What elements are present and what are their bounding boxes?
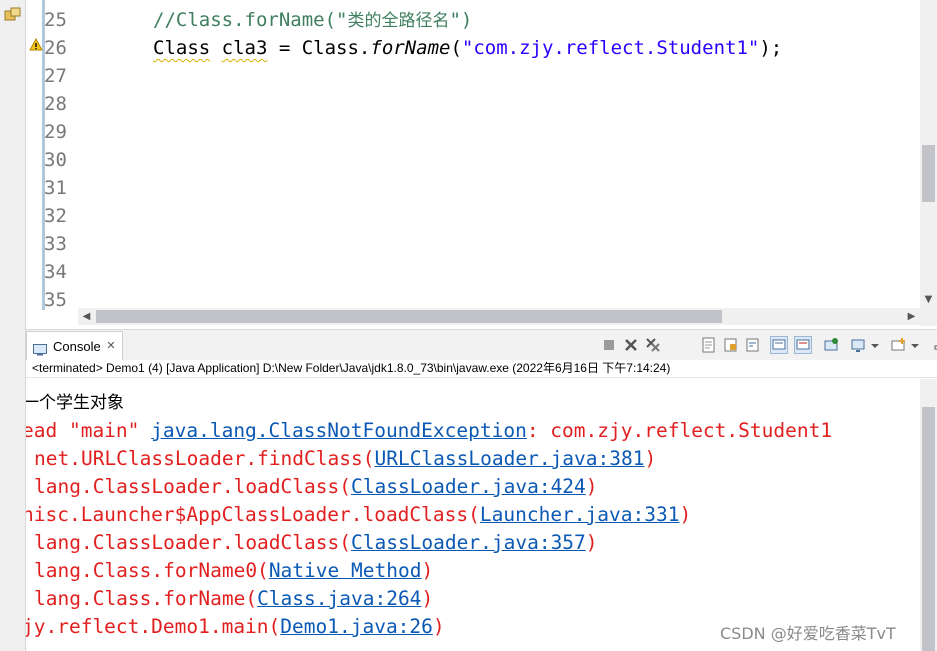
terminate-icon[interactable] bbox=[600, 336, 618, 354]
console-error-line: nisc.Launcher$AppClassLoader.loadClass(L… bbox=[26, 501, 691, 529]
watermark: CSDN @好爱吃香菜TvT bbox=[720, 624, 896, 643]
line-number: 29 bbox=[44, 121, 67, 143]
error-text: lang.Class.forName0( bbox=[34, 559, 269, 582]
chevron-down-icon[interactable] bbox=[910, 336, 928, 354]
string-literal: "com.zjy.reflect.Student1" bbox=[461, 37, 760, 59]
console-error-line: net.URLClassLoader.findClass(URLClassLoa… bbox=[26, 445, 656, 473]
warning-marker-icon[interactable] bbox=[29, 37, 43, 51]
line-number: 27 bbox=[44, 65, 67, 87]
error-text: ) bbox=[421, 587, 434, 610]
line-number: 35 bbox=[44, 289, 67, 311]
comment-text: //Class.forName(" bbox=[153, 9, 348, 31]
scroll-down-arrow-icon[interactable]: ▼ bbox=[920, 292, 937, 308]
error-text: lang.Class.forName( bbox=[34, 587, 258, 610]
error-text: ) bbox=[432, 615, 445, 638]
error-text: ) bbox=[421, 559, 434, 582]
stacktrace-link[interactable]: ClassLoader.java:357 bbox=[351, 531, 586, 554]
stacktrace-link[interactable]: Class.java:264 bbox=[257, 587, 421, 610]
display-selected-console-icon[interactable] bbox=[850, 336, 868, 354]
error-text: net.URLClassLoader.findClass( bbox=[34, 447, 375, 470]
error-text: nisc.Launcher$AppClassLoader.loadClass( bbox=[26, 503, 480, 526]
stacktrace-link[interactable]: ClassLoader.java:424 bbox=[351, 475, 586, 498]
code-line-26[interactable]: Class cla3 = Class.forName("com.zjy.refl… bbox=[153, 34, 782, 62]
stacktrace-link[interactable]: URLClassLoader.java:381 bbox=[374, 447, 644, 470]
code-fragment: = Class. bbox=[267, 37, 371, 59]
editor-vertical-scroll-thumb[interactable] bbox=[922, 145, 935, 202]
console-error-line: lang.Class.forName(Class.java:264) bbox=[26, 585, 433, 613]
left-toolbar-strip bbox=[0, 0, 26, 651]
word-wrap-icon[interactable] bbox=[744, 336, 762, 354]
error-text: ) bbox=[679, 503, 692, 526]
stacktrace-link[interactable]: Launcher.java:331 bbox=[480, 503, 680, 526]
console-error-line: lang.ClassLoader.loadClass(ClassLoader.j… bbox=[26, 529, 598, 557]
console-output-line: 一个学生对象 bbox=[26, 393, 124, 413]
error-text: ) bbox=[644, 447, 657, 470]
console-vertical-scrollbar[interactable] bbox=[920, 379, 937, 651]
method-name: forName bbox=[370, 37, 451, 59]
line-number: 33 bbox=[44, 233, 67, 255]
code-tail: ); bbox=[759, 37, 783, 59]
stacktrace-link[interactable]: Native Method bbox=[269, 559, 422, 582]
open-console-icon[interactable] bbox=[890, 336, 908, 354]
package-explorer-icon[interactable] bbox=[3, 5, 23, 25]
console-tab-label: Console bbox=[53, 339, 101, 354]
editor-horizontal-scroll-thumb[interactable] bbox=[96, 310, 722, 323]
error-text: lang.ClassLoader.loadClass( bbox=[34, 531, 351, 554]
line-number: 26 bbox=[44, 37, 67, 59]
chevron-down-icon[interactable] bbox=[870, 336, 888, 354]
error-text: ead "main" bbox=[26, 419, 152, 442]
error-text: lang.ClassLoader.loadClass( bbox=[34, 475, 351, 498]
console-error-line: ead "main" java.lang.ClassNotFoundExcept… bbox=[26, 417, 832, 445]
console-monitor-icon bbox=[33, 341, 47, 356]
line-number: 28 bbox=[44, 93, 67, 115]
error-text: ) bbox=[585, 531, 598, 554]
scrollbar-corner bbox=[920, 308, 937, 326]
minimize-icon[interactable] bbox=[932, 336, 937, 354]
show-console-stdout-icon[interactable] bbox=[770, 336, 788, 354]
line-number: 31 bbox=[44, 177, 67, 199]
error-text: : com.zjy.reflect.Student1 bbox=[526, 419, 833, 442]
scroll-right-arrow-icon[interactable]: ▶ bbox=[903, 308, 920, 325]
scroll-left-arrow-icon[interactable]: ◀ bbox=[78, 308, 95, 325]
show-console-stderr-icon[interactable] bbox=[794, 336, 812, 354]
stacktrace-link[interactable]: Demo1.java:26 bbox=[280, 615, 433, 638]
line-number: 30 bbox=[44, 149, 67, 171]
error-text: ) bbox=[585, 475, 598, 498]
line-number: 25 bbox=[44, 9, 67, 31]
editor-vertical-scrollbar[interactable]: ▼ bbox=[920, 0, 937, 308]
remove-launch-icon[interactable] bbox=[622, 336, 640, 354]
clear-console-icon[interactable] bbox=[700, 336, 718, 354]
close-icon[interactable]: ✕ bbox=[105, 340, 117, 352]
variable-name: cla3 bbox=[221, 37, 268, 59]
comment-cjk-text: 类的全路径名 bbox=[347, 11, 450, 31]
code-paren: ( bbox=[450, 37, 462, 59]
code-line-25[interactable]: //Class.forName("类的全路径名") bbox=[153, 6, 472, 34]
console-process-status: <terminated> Demo1 (4) [Java Application… bbox=[26, 360, 937, 378]
console-scroll-thumb[interactable] bbox=[922, 407, 935, 651]
error-text: jy.reflect.Demo1.main( bbox=[26, 615, 281, 638]
remove-all-terminated-icon[interactable] bbox=[644, 336, 662, 354]
editor-horizontal-scrollbar[interactable]: ◀ ▶ bbox=[78, 308, 920, 325]
code-editor[interactable]: 25 26 27 28 29 30 31 32 33 34 35 //Class… bbox=[26, 0, 937, 326]
console-error-line: lang.ClassLoader.loadClass(ClassLoader.j… bbox=[26, 473, 598, 501]
class-keyword: Class bbox=[153, 37, 211, 59]
line-number: 34 bbox=[44, 261, 67, 283]
console-error-line: lang.Class.forName0(Native Method) bbox=[26, 557, 433, 585]
console-error-line: jy.reflect.Demo1.main(Demo1.java:26) bbox=[26, 613, 445, 641]
console-view-header: Console ✕ bbox=[26, 329, 937, 361]
tab-console[interactable]: Console ✕ bbox=[26, 331, 123, 361]
comment-text-end: ") bbox=[449, 9, 473, 31]
console-output[interactable]: 一个学生对象 ead "main" java.lang.ClassNotFoun… bbox=[26, 379, 937, 651]
scroll-lock-icon[interactable] bbox=[722, 336, 740, 354]
line-number: 32 bbox=[44, 205, 67, 227]
stacktrace-link[interactable]: java.lang.ClassNotFoundException bbox=[151, 419, 527, 442]
pin-console-icon[interactable] bbox=[822, 336, 840, 354]
